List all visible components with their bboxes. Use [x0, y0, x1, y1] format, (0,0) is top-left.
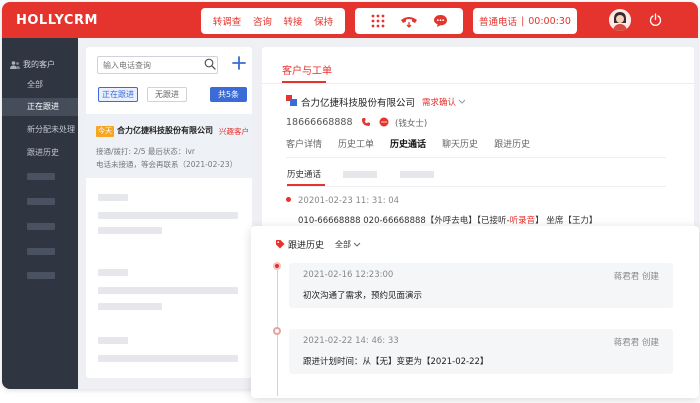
- tabs-divider: [286, 157, 666, 158]
- card-note: 电话未接通，等会再联系（2021-02-23）: [96, 160, 238, 169]
- section-title: 客户与工单: [282, 66, 332, 77]
- list-placeholder: [98, 212, 238, 219]
- sidebar-placeholder: [27, 198, 55, 205]
- transfer-button[interactable]: 转接: [284, 14, 303, 28]
- chevron-down-icon: [353, 242, 361, 247]
- avatar-icon: [609, 9, 631, 31]
- hold-button[interactable]: 保持: [314, 14, 333, 28]
- transfer-survey-button[interactable]: 转调查: [213, 14, 242, 28]
- call-icons-group: [355, 8, 463, 34]
- follow-entry: 2021-02-16 12:23:00 蒋君君 创建 初次沟通了需求，预约见面演…: [289, 263, 673, 308]
- phone-search-input[interactable]: [97, 56, 218, 74]
- power-icon[interactable]: [649, 13, 662, 26]
- tab-history-tickets[interactable]: 历史工单: [338, 137, 374, 150]
- card-interest-label: 兴趣客户: [219, 127, 249, 136]
- customer-phone: 18666668888: [286, 117, 353, 128]
- today-tag: 今天: [96, 126, 114, 137]
- entry-author: 蒋君君 创建: [613, 338, 659, 348]
- entry-text: 初次沟通了需求，预约见面演示: [303, 291, 423, 301]
- sidebar-title: 我的客户: [10, 59, 55, 70]
- filter-no-follow-button[interactable]: 无跟进: [147, 87, 187, 102]
- sidebar-placeholder: [27, 173, 55, 180]
- detail-tabs: 客户详情 历史工单 历史通话 聊天历史 跟进历史: [286, 137, 530, 150]
- sidebar-placeholder: [27, 223, 55, 230]
- follow-history-title: 跟进历史: [288, 241, 325, 251]
- call-record-agent: 】 坐席【王力】: [535, 216, 598, 226]
- record-dot: [286, 197, 291, 202]
- hangup-icon[interactable]: [400, 14, 418, 28]
- sidebar-placeholder: [27, 248, 55, 255]
- customer-status-label: 需求确认: [422, 98, 457, 108]
- tag-icon: [276, 240, 285, 249]
- sidebar-item-following[interactable]: 正在跟进: [2, 98, 78, 116]
- chevron-down-icon: [458, 99, 466, 104]
- list-placeholder: [98, 269, 128, 276]
- entry-author: 蒋君君 创建: [613, 272, 659, 282]
- call-timer: 00:00:30: [528, 15, 571, 27]
- customer-contact: (钱女士): [395, 119, 428, 129]
- top-bar: HOLLYCRM 转调查 咨询 转接 保持 普通电话 | 00:00:30: [2, 2, 698, 38]
- customer-detail-panel: 客户与工单 合力亿捷科技股份有限公司 需求确认 18666668888 (钱女士…: [262, 47, 694, 233]
- call-record-time: 20201-02-23 11: 31: 04: [298, 196, 400, 206]
- sidebar-item-all[interactable]: 全部: [2, 76, 78, 94]
- list-placeholder: [98, 337, 128, 344]
- tab-history-calls[interactable]: 历史通话: [390, 137, 426, 150]
- users-icon: [10, 60, 20, 69]
- message-icon[interactable]: [379, 117, 389, 127]
- status-separator: |: [521, 15, 525, 27]
- left-sidebar: 我的客户 全部 正在跟进 新分配未处理 跟进历史: [2, 38, 78, 389]
- call-status-indicator: 普通电话 | 00:00:30: [473, 8, 577, 34]
- total-count-badge[interactable]: 共5条: [210, 87, 247, 102]
- chat-icon[interactable]: [433, 14, 448, 28]
- sidebar-title-label: 我的客户: [23, 60, 55, 69]
- entry-time: 2021-02-16 12:23:00: [303, 270, 394, 280]
- follow-entry: 2021-02-22 14: 46: 33 蒋君君 创建 跟进计划时间：从【无】…: [289, 329, 673, 374]
- call-record-numbers: 010-66668888 020-66668888【外呼去电】【已接听-: [298, 216, 510, 226]
- customer-list-panel: 正在跟进 无跟进 共5条 今天 合力亿捷科技股份有限公司 兴趣客户 接通/拨打:…: [86, 47, 252, 378]
- subtab-divider: [286, 186, 666, 187]
- sidebar-placeholder: [27, 272, 55, 279]
- timeline-dot: [273, 327, 281, 335]
- user-avatar[interactable]: [609, 9, 631, 31]
- follow-filter-dropdown[interactable]: 全部: [335, 239, 361, 250]
- tab-customer-details[interactable]: 客户详情: [286, 137, 322, 150]
- customer-name: 合力亿捷科技股份有限公司: [301, 98, 416, 109]
- phone-icon[interactable]: [361, 117, 371, 127]
- subtab-placeholder: [343, 171, 377, 178]
- consult-button[interactable]: 咨询: [253, 14, 272, 28]
- sidebar-item-new-unprocessed[interactable]: 新分配未处理: [2, 121, 78, 139]
- call-actions-menu: 转调查 咨询 转接 保持: [201, 8, 345, 34]
- search-icon[interactable]: [204, 58, 216, 70]
- call-record-text: 010-66668888 020-66668888【外呼去电】【已接听-听录音】…: [298, 214, 597, 226]
- customer-card[interactable]: 今天 合力亿捷科技股份有限公司 兴趣客户 接通/拨打: 2/5 最后状态：ivr…: [86, 114, 252, 178]
- tab-follow-history[interactable]: 跟进历史: [494, 137, 530, 150]
- filter-following-button[interactable]: 正在跟进: [98, 87, 138, 102]
- dialpad-icon[interactable]: [371, 14, 385, 28]
- list-placeholder: [98, 227, 162, 234]
- subtab-history-calls[interactable]: 历史通话: [287, 168, 321, 180]
- company-logo-icon: [286, 95, 297, 106]
- add-customer-icon[interactable]: [231, 55, 247, 71]
- list-placeholder: [98, 303, 162, 310]
- entry-text: 跟进计划时间：从【无】变更为【2021-02-22】: [303, 357, 489, 367]
- card-call-stats: 接通/拨打: 2/5 最后状态：ivr: [96, 147, 195, 156]
- subtab-placeholder: [400, 171, 434, 178]
- list-placeholder: [98, 194, 128, 201]
- timeline-dot: [273, 262, 281, 270]
- listen-recording-link[interactable]: 听录音: [510, 216, 536, 226]
- app-logo: HOLLYCRM: [16, 13, 98, 28]
- entry-time: 2021-02-22 14: 46: 33: [303, 336, 399, 346]
- crm-app-window: HOLLYCRM 转调查 咨询 转接 保持 普通电话 | 00:00:30 我的…: [2, 2, 699, 398]
- card-company-name: 合力亿捷科技股份有限公司: [117, 126, 213, 135]
- list-placeholder: [98, 355, 238, 362]
- tab-chat-history[interactable]: 聊天历史: [442, 137, 478, 150]
- customer-status-dropdown[interactable]: 需求确认: [422, 96, 466, 108]
- list-placeholder: [98, 287, 238, 294]
- sidebar-item-follow-history[interactable]: 跟进历史: [2, 144, 78, 162]
- divider: [262, 83, 694, 84]
- call-mode-label: 普通电话: [479, 17, 518, 28]
- follow-filter-label: 全部: [335, 240, 351, 249]
- follow-history-card: 跟进历史 全部 2021-02-16 12:23:00 蒋君君 创建 初次沟通了…: [251, 226, 699, 398]
